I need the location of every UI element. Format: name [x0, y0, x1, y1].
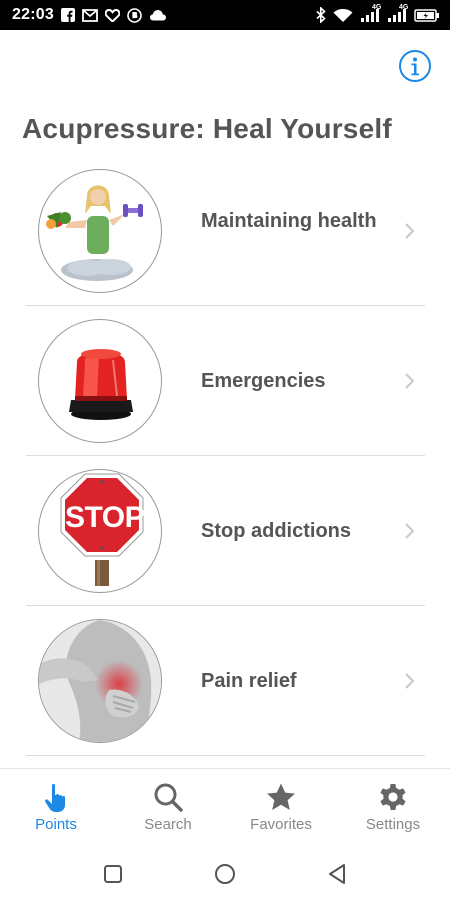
home-button[interactable]: [211, 860, 239, 888]
category-label: Maintaining health: [201, 210, 377, 232]
category-label: Emergencies: [201, 370, 326, 392]
status-right: 4G 4G: [316, 4, 440, 23]
category-image-stop-addictions: STOP: [38, 469, 162, 593]
bottom-navigation: Points Search Favorites Settings: [0, 768, 450, 849]
nav-tab-points[interactable]: Points: [6, 769, 106, 849]
network-type-badge: 4G: [372, 3, 382, 11]
chevron-right-icon: [405, 373, 415, 389]
category-image-emergencies: [38, 319, 162, 443]
back-triangle-icon: [329, 864, 345, 884]
search-icon: [154, 783, 183, 812]
nav-tab-favorites[interactable]: Favorites: [231, 769, 331, 849]
category-image-pain-relief: [38, 619, 162, 743]
nav-label: Points: [35, 816, 77, 833]
status-time: 22:03: [12, 6, 54, 23]
bluetooth-icon: [316, 7, 326, 23]
system-navigation-bar: [0, 848, 450, 900]
category-item-stop-addictions[interactable]: STOP Stop addictions: [0, 456, 450, 606]
nav-label: Search: [144, 816, 192, 833]
gmail-icon: [82, 8, 98, 22]
recent-apps-square-icon: [104, 865, 122, 883]
back-button[interactable]: [324, 860, 352, 888]
pointing-hand-icon: [45, 783, 65, 812]
page-title: Acupressure: Heal Yourself: [22, 113, 392, 144]
info-button[interactable]: [398, 49, 432, 83]
category-item-partial[interactable]: [0, 756, 450, 768]
status-left: 22:03: [12, 6, 167, 24]
star-icon: [267, 783, 295, 810]
chevron-right-icon: [405, 223, 415, 239]
home-circle-icon: [215, 864, 235, 884]
category-image-maintaining-health: [38, 169, 162, 293]
signal-icon: 4G: [360, 4, 381, 23]
battery-icon: [414, 8, 440, 22]
category-list[interactable]: Maintaining health Emergencies STOP Stop…: [0, 156, 450, 768]
info-icon: [399, 50, 431, 82]
nav-tab-settings[interactable]: Settings: [343, 769, 443, 849]
heart-app-icon: [104, 8, 120, 22]
category-label: Stop addictions: [201, 520, 351, 542]
stop-sign-text: STOP: [65, 501, 145, 534]
category-item-emergencies[interactable]: Emergencies: [0, 306, 450, 456]
nav-label: Settings: [365, 816, 421, 833]
chevron-right-icon: [405, 523, 415, 539]
status-bar: 22:03 4G 4G: [0, 0, 450, 30]
cloud-icon: [149, 9, 167, 21]
category-item-maintaining-health[interactable]: Maintaining health: [0, 156, 450, 306]
nav-tab-search[interactable]: Search: [118, 769, 218, 849]
chevron-right-icon: [405, 673, 415, 689]
signal-icon: 4G: [387, 4, 408, 23]
b-circle-icon: [127, 7, 142, 23]
nav-label: Favorites: [250, 816, 312, 833]
gear-icon: [380, 784, 406, 810]
category-item-pain-relief[interactable]: Pain relief: [0, 606, 450, 756]
wifi-icon: [333, 8, 353, 23]
category-label: Pain relief: [201, 670, 297, 692]
recent-apps-button[interactable]: [99, 860, 127, 888]
network-type-badge: 4G: [399, 3, 409, 11]
facebook-icon: [60, 8, 75, 22]
